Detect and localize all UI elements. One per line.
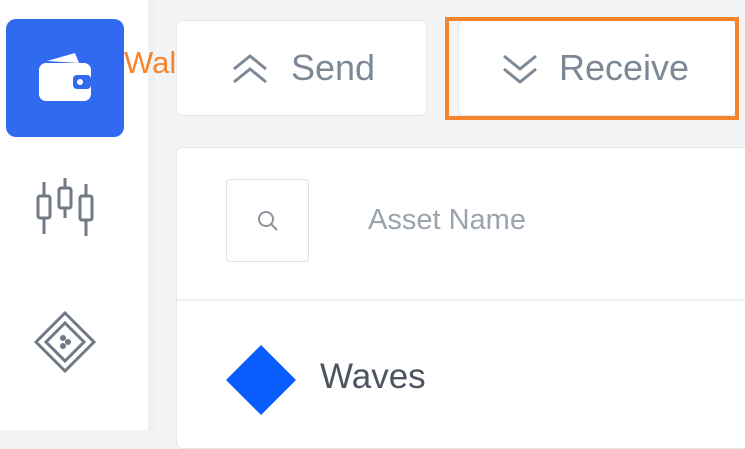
send-button[interactable]: Send — [176, 20, 427, 116]
dex-diamond-icon — [33, 310, 97, 374]
waves-diamond-icon — [226, 345, 296, 415]
header-divider — [177, 299, 745, 301]
wallet-icon — [39, 53, 91, 101]
send-button-label: Send — [291, 47, 376, 88]
sidebar-item-trading[interactable] — [25, 168, 105, 248]
sidebar-item-dex[interactable] — [25, 302, 105, 382]
sidebar-item-wallet[interactable] — [6, 19, 124, 137]
asset-search-button[interactable] — [226, 179, 309, 262]
column-header-asset-name[interactable]: Asset Name — [368, 204, 526, 237]
receive-highlight-box — [445, 17, 739, 120]
search-icon — [257, 210, 278, 231]
asset-row-name[interactable]: Waves — [320, 357, 426, 397]
double-chevron-up-icon — [233, 54, 267, 84]
candlestick-chart-icon — [36, 178, 94, 236]
